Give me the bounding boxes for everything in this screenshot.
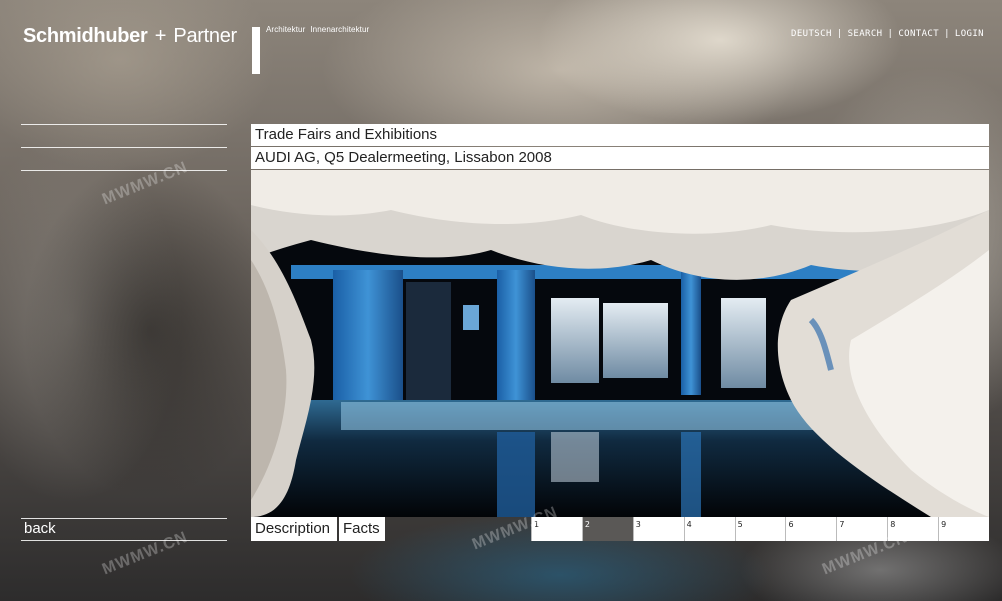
facts-tab[interactable]: Facts [339, 517, 385, 541]
nav-search[interactable]: SEARCH [848, 29, 883, 39]
tagline-architecture: Architektur [266, 25, 306, 34]
logo-divider-bar [252, 27, 260, 74]
logo-partner: Partner [173, 25, 237, 47]
project-photo [251, 170, 989, 517]
logo-plus: + [154, 25, 167, 47]
nav-login[interactable]: LOGIN [955, 29, 984, 39]
tagline-interior: Innenarchitektur [310, 25, 370, 34]
left-menu-line [21, 147, 227, 148]
nav-separator: | [887, 29, 894, 39]
nav-separator: | [836, 29, 843, 39]
page-4-button[interactable]: 4 [683, 517, 735, 541]
company-logo[interactable]: Schmidhuber + Partner [23, 25, 237, 48]
logo-brand: Schmidhuber [23, 25, 148, 47]
page-3-button[interactable]: 3 [632, 517, 684, 541]
page-5-button[interactable]: 5 [734, 517, 786, 541]
page-9-button[interactable]: 9 [938, 517, 990, 541]
top-navigation: DEUTSCH | SEARCH | CONTACT | LOGIN [791, 29, 984, 39]
left-menu-line [21, 170, 227, 171]
page-2-button[interactable]: 2 [581, 517, 633, 541]
category-title: Trade Fairs and Exhibitions [251, 124, 989, 146]
description-tab[interactable]: Description [251, 517, 337, 541]
image-pager: 1 2 3 4 5 6 7 8 9 [531, 517, 990, 541]
back-link[interactable]: back [21, 518, 227, 541]
page-6-button[interactable]: 6 [785, 517, 837, 541]
bottom-bar: Description Facts 1 2 3 4 5 6 7 8 9 [251, 517, 990, 541]
left-menu-line [21, 124, 227, 125]
nav-deutsch[interactable]: DEUTSCH [791, 29, 832, 39]
nav-separator: | [944, 29, 950, 39]
exhibition-photo-illustration [251, 170, 989, 517]
tagline: Architektur Innenarchitektur [266, 25, 374, 34]
nav-contact[interactable]: CONTACT [898, 29, 939, 39]
project-title: AUDI AG, Q5 Dealermeeting, Lissabon 2008 [251, 147, 989, 169]
